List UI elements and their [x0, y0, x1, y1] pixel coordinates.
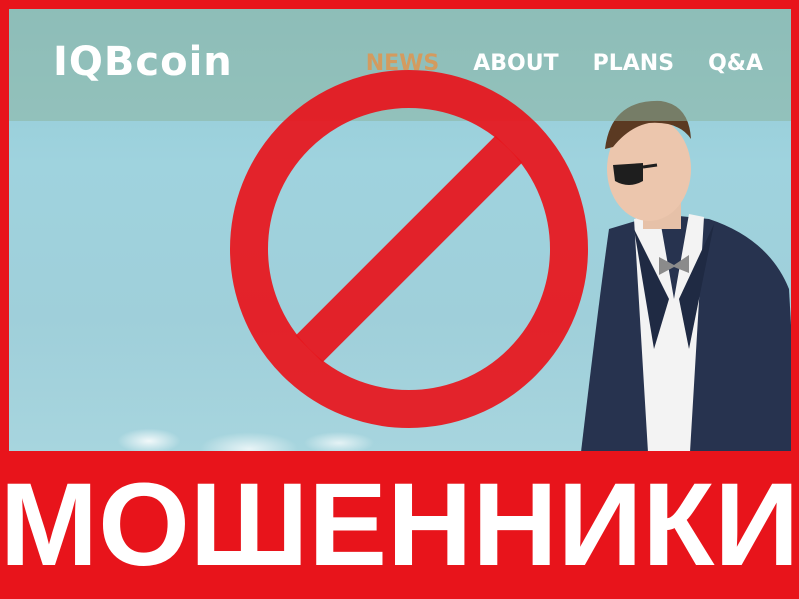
- site-logo[interactable]: IQBcoin: [53, 39, 233, 85]
- warning-banner: МОШЕННИКИ: [0, 451, 799, 599]
- nav-item-qa[interactable]: Q&A: [708, 51, 763, 76]
- prohibited-icon: [230, 70, 588, 428]
- banner-text: МОШЕННИКИ: [0, 459, 799, 591]
- nav-item-plans[interactable]: PLANS: [593, 51, 674, 76]
- website-hero: IQBcoin NEWS ABOUT PLANS Q&A: [9, 9, 791, 451]
- screenshot-frame: IQBcoin NEWS ABOUT PLANS Q&A МОШЕННИКИ: [0, 0, 799, 599]
